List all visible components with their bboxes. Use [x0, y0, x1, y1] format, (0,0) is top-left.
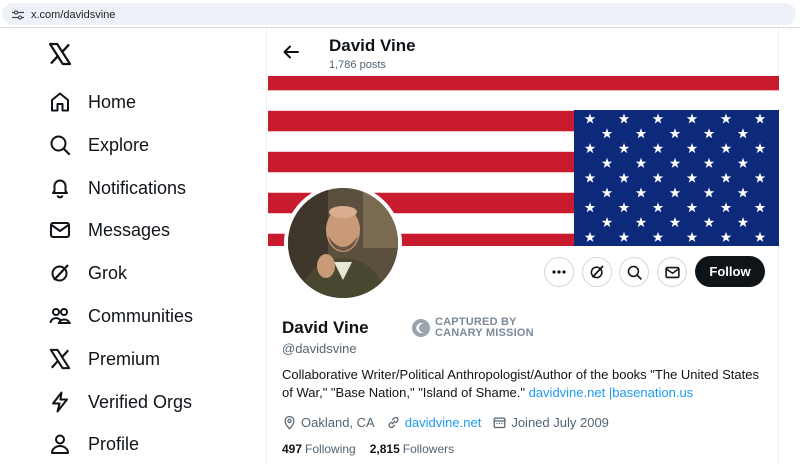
- x-logo-icon: [46, 345, 74, 373]
- follow-button[interactable]: Follow: [695, 256, 765, 287]
- envelope-icon: [46, 216, 74, 244]
- person-icon: [46, 430, 74, 458]
- sidebar-item-profile[interactable]: Profile: [46, 426, 139, 462]
- lightning-icon: [46, 388, 74, 416]
- sidebar-item-label: Profile: [88, 433, 140, 454]
- sidebar-item-premium[interactable]: Premium: [46, 341, 160, 377]
- sidebar-item-label: Premium: [88, 348, 161, 369]
- location-pin-icon: [284, 415, 295, 430]
- post-count: 1,786 posts: [329, 59, 386, 71]
- profile-bio: Collaborative Writer/Political Anthropol…: [282, 366, 766, 402]
- message-button[interactable]: [657, 257, 687, 287]
- canary-mission-badge[interactable]: CAPTURED BY CANARY MISSION: [411, 315, 534, 341]
- x-logo-icon[interactable]: [48, 42, 72, 66]
- sidebar-item-label: Notifications: [88, 177, 187, 198]
- sidebar-item-home[interactable]: Home: [46, 84, 136, 120]
- following-link[interactable]: 497 Following: [282, 442, 356, 456]
- followers-count: 2,815: [369, 442, 400, 456]
- followers-link[interactable]: 2,815 Followers: [370, 442, 454, 456]
- canary-mission-logo-icon: [412, 319, 430, 337]
- back-arrow-icon[interactable]: [281, 42, 301, 62]
- browser-address-bar[interactable]: x.com/davidsvine: [0, 0, 800, 28]
- bell-icon: [46, 174, 74, 202]
- envelope-icon: [664, 266, 680, 278]
- bio-link-davidvine[interactable]: davidvine.net: [529, 385, 606, 400]
- following-count: 497: [282, 442, 303, 456]
- sidebar-item-label: Home: [88, 91, 137, 112]
- profile-handle: @davidsvine: [282, 341, 357, 356]
- sidebar-item-label: Grok: [88, 262, 128, 283]
- profile-name: David Vine: [282, 318, 369, 337]
- following-label: Following: [305, 442, 356, 456]
- more-icon: [552, 270, 566, 274]
- flag-stripe: [268, 76, 779, 91]
- sidebar-item-label: Messages: [88, 219, 171, 240]
- grok-icon: [46, 259, 74, 287]
- sidebar-item-verified-orgs[interactable]: Verified Orgs: [46, 384, 192, 420]
- profile-column: David Vine 1,786 posts Follow David Vine…: [266, 28, 779, 464]
- followers-label: Followers: [402, 442, 455, 456]
- url-field[interactable]: x.com/davidsvine: [2, 3, 796, 25]
- avatar[interactable]: [284, 184, 402, 302]
- follow-counts: 497 Following 2,815 Followers: [282, 442, 468, 456]
- search-icon: [627, 265, 642, 280]
- link-icon: [388, 416, 399, 428]
- people-icon: [46, 302, 74, 330]
- grok-button[interactable]: [582, 257, 612, 287]
- website-link[interactable]: davidvine.net: [405, 415, 482, 430]
- sidebar-item-grok[interactable]: Grok: [46, 255, 127, 291]
- calendar-icon: [493, 417, 506, 428]
- sidebar-item-explore[interactable]: Explore: [46, 127, 149, 163]
- joined-item: Joined July 2009: [492, 415, 609, 430]
- badge-line-2: CANARY MISSION: [435, 327, 534, 339]
- location-item: Oakland, CA: [282, 415, 375, 430]
- joined-text: Joined July 2009: [511, 414, 609, 430]
- profile-photo: [288, 188, 398, 298]
- sidebar-item-label: Communities: [88, 305, 194, 326]
- grok-icon: [590, 265, 604, 279]
- sidebar-item-label: Explore: [88, 134, 150, 155]
- location-text: Oakland, CA: [301, 414, 375, 430]
- sidebar-item-messages[interactable]: Messages: [46, 212, 170, 248]
- website-item: davidvine.net: [386, 415, 482, 430]
- bio-link-basenation[interactable]: basenation.us: [612, 385, 693, 400]
- sidebar-item-notifications[interactable]: Notifications: [46, 170, 186, 206]
- site-settings-icon[interactable]: [12, 10, 24, 20]
- header-title: David Vine: [329, 36, 416, 55]
- sidebar-item-label: Verified Orgs: [88, 391, 193, 412]
- url-text: x.com/davidsvine: [31, 9, 116, 21]
- more-options-button[interactable]: [544, 257, 574, 287]
- search-profile-button[interactable]: [619, 257, 649, 287]
- home-icon: [46, 88, 74, 116]
- search-icon: [46, 131, 74, 159]
- profile-meta: Oakland, CA davidvine.net Joined July 20…: [282, 413, 620, 431]
- sidebar-item-communities[interactable]: Communities: [46, 298, 193, 334]
